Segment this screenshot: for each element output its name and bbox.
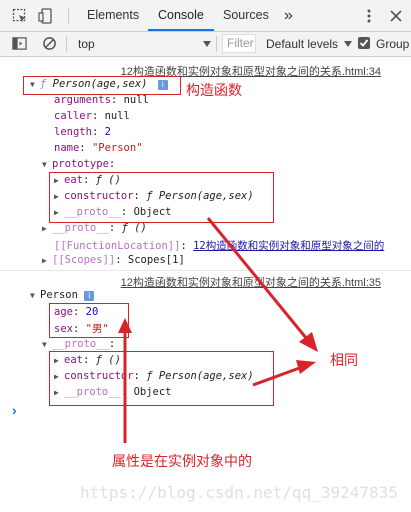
annotation-constructor-label: 构造函数 — [186, 82, 242, 98]
close-icon[interactable] — [388, 8, 404, 24]
fn-proto[interactable]: ▶ __proto__: ƒ () — [42, 222, 147, 234]
tab-separator — [68, 8, 69, 24]
info-icon[interactable]: i — [84, 291, 95, 301]
checkmark-icon — [359, 39, 369, 47]
more-tabs-button[interactable]: » — [284, 0, 293, 31]
tab-sources[interactable]: Sources — [223, 0, 269, 31]
watermark: https://blog.csdn.net/qq_39247835 — [80, 483, 398, 502]
fn-location-link[interactable]: 12构造函数和实例对象和原型对象之间的 — [193, 240, 384, 252]
annotation-box-prototype — [49, 172, 274, 223]
context-selector[interactable]: top — [78, 37, 95, 51]
prop-length: length: 2 — [54, 126, 111, 138]
tab-elements[interactable]: Elements — [87, 0, 139, 31]
log-divider — [0, 270, 411, 271]
prop-arguments: arguments: null — [54, 94, 149, 106]
chevron-down-icon[interactable] — [203, 41, 211, 47]
toolbar-separator — [216, 36, 217, 52]
inspect-element-icon[interactable] — [12, 8, 28, 24]
prop-prototype[interactable]: ▼ prototype: — [42, 158, 115, 170]
log-entry-person[interactable]: ▼ Person i — [30, 289, 95, 301]
log-levels-dropdown[interactable]: Default levels — [266, 37, 338, 51]
annotation-same-label: 相同 — [330, 352, 358, 368]
fn-location: [[FunctionLocation]]: 12构造函数和实例对象和原型对象之间… — [54, 240, 385, 252]
annotation-box-function — [23, 76, 181, 95]
device-toolbar-icon[interactable] — [38, 8, 54, 24]
log-source-link[interactable]: 12构造函数和实例对象和原型对象之间的关系.html:35 — [121, 274, 381, 290]
chevron-down-icon[interactable] — [344, 41, 352, 47]
filter-input[interactable]: Filter — [222, 34, 256, 53]
prop-name: name: "Person" — [54, 142, 143, 154]
toolbar-separator — [66, 36, 67, 52]
console-toolbar: top Filter Default levels Group — [0, 32, 411, 57]
annotation-property-label: 属性是在实例对象中的 — [112, 453, 252, 469]
console-output: 12构造函数和实例对象和原型对象之间的关系.html:34 ▼ ƒ Person(… — [0, 57, 411, 512]
sidebar-toggle-icon[interactable] — [12, 36, 27, 51]
more-options-icon[interactable] — [361, 8, 377, 24]
group-label: Group — [376, 37, 410, 51]
console-prompt[interactable]: › — [12, 402, 17, 418]
prop-caller: caller: null — [54, 110, 130, 122]
annotation-box-instance-proto — [49, 351, 274, 406]
instance-proto[interactable]: ▼ __proto__: — [42, 338, 115, 350]
devtools-tab-bar: Elements Console Sources » — [0, 0, 411, 32]
group-checkbox[interactable] — [358, 37, 370, 49]
annotation-box-properties — [49, 303, 129, 338]
fn-scopes[interactable]: ▶ [[Scopes]]: Scopes[1] — [42, 254, 185, 266]
clear-console-icon[interactable] — [42, 36, 57, 51]
tab-console[interactable]: Console — [148, 0, 214, 31]
